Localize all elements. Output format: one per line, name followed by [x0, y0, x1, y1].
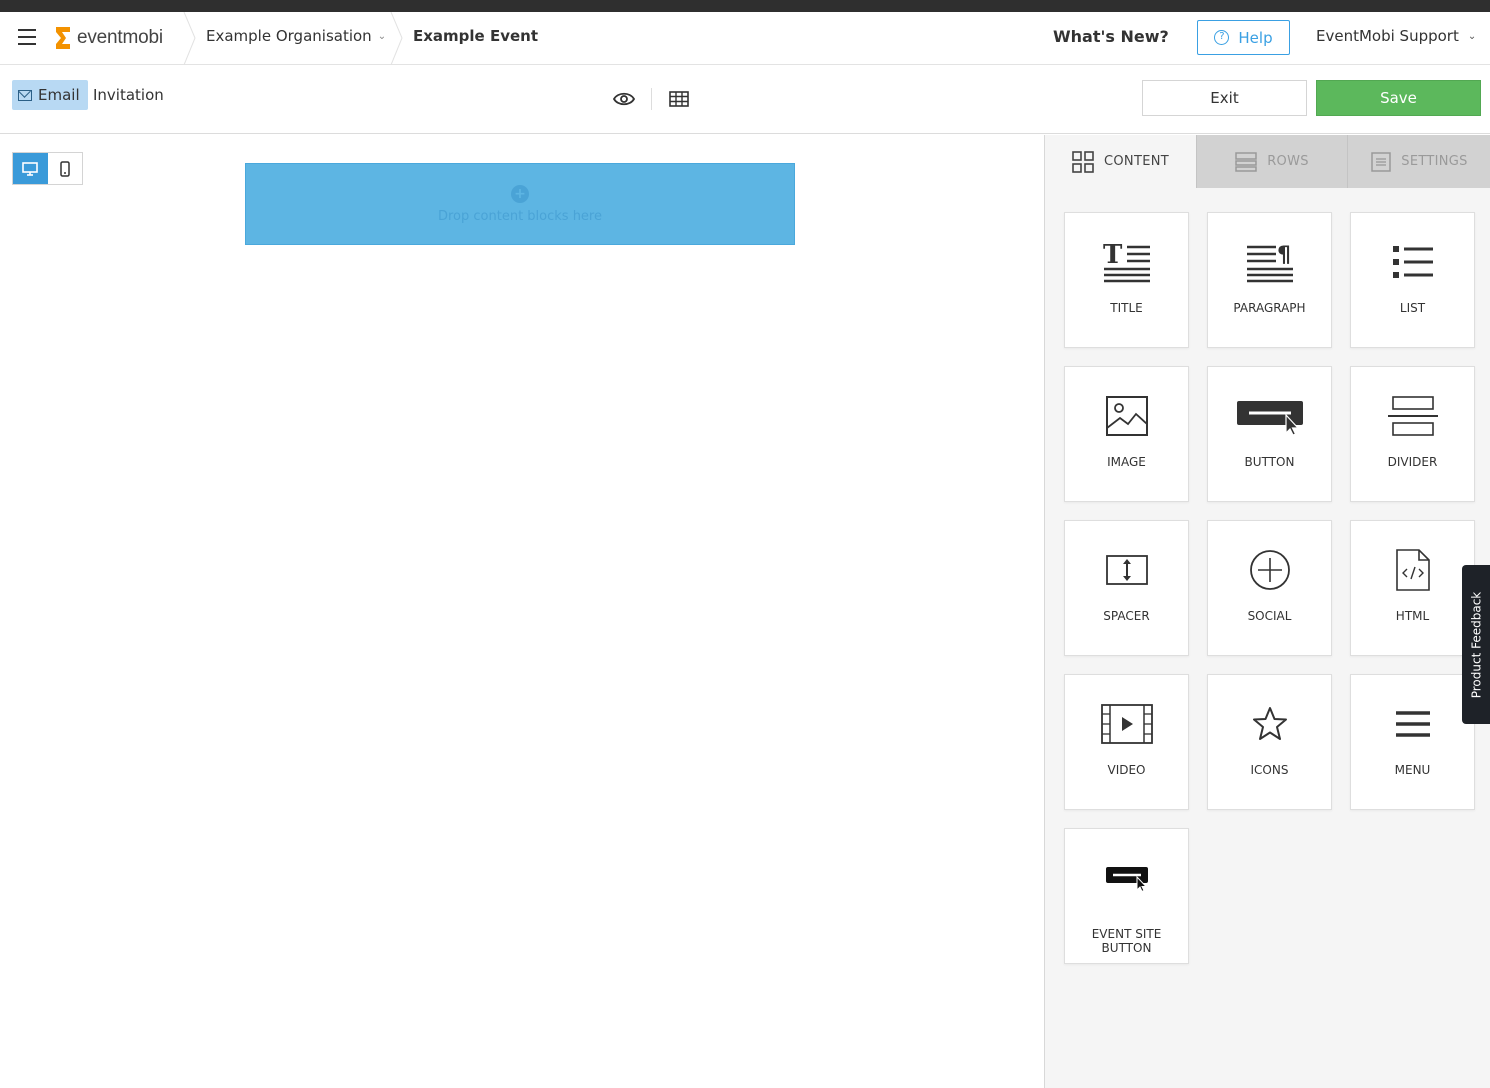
- block-icons[interactable]: ICONS: [1207, 674, 1332, 810]
- block-label: TITLE: [1110, 301, 1143, 315]
- whats-new-link[interactable]: What's New?: [1053, 27, 1169, 46]
- tab-content-label: CONTENT: [1104, 154, 1169, 169]
- block-button[interactable]: BUTTON: [1207, 366, 1332, 502]
- html-icon: [1395, 549, 1430, 591]
- svg-text:¶: ¶: [1277, 243, 1291, 268]
- logo-text: eventmobi: [77, 27, 163, 48]
- product-feedback-tab[interactable]: Product Feedback: [1462, 565, 1490, 724]
- breadcrumb-separator: [183, 12, 196, 65]
- help-label: Help: [1238, 28, 1273, 47]
- mobile-icon: [60, 160, 70, 177]
- tab-settings-label: SETTINGS: [1401, 154, 1468, 169]
- eventmobi-logo[interactable]: eventmobi: [53, 24, 163, 52]
- block-label: SOCIAL: [1247, 609, 1292, 623]
- preview-eye-icon[interactable]: [613, 91, 635, 107]
- event-site-button-icon: [1105, 867, 1148, 893]
- block-label: PARAGRAPH: [1233, 301, 1306, 315]
- user-menu[interactable]: EventMobi Support ⌄: [1316, 27, 1476, 45]
- block-label: SPACER: [1103, 609, 1150, 623]
- editor-toolbar: Email Invitation Exit Save: [0, 66, 1490, 134]
- content-panel: CONTENT ROWS SETTINGS T TITLE ¶ PARAGRAP…: [1044, 135, 1490, 1088]
- table-grid-icon[interactable]: [669, 91, 689, 107]
- spacer-icon: [1105, 555, 1148, 585]
- feedback-label: Product Feedback: [1469, 591, 1483, 698]
- block-title[interactable]: T TITLE: [1064, 212, 1189, 348]
- block-label: EVENT SITE BUTTON: [1065, 927, 1188, 955]
- block-label: BUTTON: [1244, 455, 1295, 469]
- block-paragraph[interactable]: ¶ PARAGRAPH: [1207, 212, 1332, 348]
- star-icon: [1252, 707, 1287, 740]
- block-menu[interactable]: MENU: [1350, 674, 1475, 810]
- dropzone-hint: Drop content blocks here: [437, 208, 602, 224]
- envelope-icon: [18, 89, 32, 101]
- help-question-icon: ?: [1214, 30, 1230, 45]
- breadcrumb-organisation[interactable]: Example Organisation ⌄: [206, 27, 386, 45]
- logo-mark-icon: [56, 27, 70, 49]
- window-top-strip: [0, 0, 1490, 12]
- app-header: eventmobi Example Organisation ⌄ Example…: [0, 12, 1490, 65]
- block-social[interactable]: SOCIAL: [1207, 520, 1332, 656]
- breadcrumb-separator: [390, 12, 403, 65]
- block-event-site-button[interactable]: EVENT SITE BUTTON: [1064, 828, 1189, 964]
- block-label: ICONS: [1250, 763, 1289, 777]
- event-name: Example Event: [413, 27, 538, 45]
- menu-icon: [1395, 711, 1430, 737]
- settings-icon: [1371, 151, 1392, 172]
- list-icon: [1392, 246, 1433, 278]
- save-button[interactable]: Save: [1316, 80, 1481, 116]
- button-icon: [1236, 401, 1303, 436]
- rows-icon: [1235, 151, 1257, 172]
- desktop-view-button[interactable]: [13, 153, 48, 184]
- email-canvas: + Drop content blocks here: [0, 135, 1044, 1088]
- grid-icon: [1072, 150, 1094, 173]
- block-label: DIVIDER: [1387, 455, 1438, 469]
- divider-icon: [1387, 396, 1438, 436]
- block-label: MENU: [1394, 763, 1431, 777]
- content-dropzone[interactable]: + Drop content blocks here: [245, 163, 795, 245]
- block-list[interactable]: LIST: [1350, 212, 1475, 348]
- paragraph-icon: ¶: [1246, 243, 1293, 283]
- tab-content[interactable]: CONTENT: [1045, 135, 1196, 188]
- tab-settings[interactable]: SETTINGS: [1347, 135, 1490, 188]
- breadcrumb-event[interactable]: Example Event: [413, 27, 538, 45]
- toolbar-divider: [651, 88, 652, 110]
- image-icon: [1105, 396, 1148, 436]
- block-label: VIDEO: [1107, 763, 1146, 777]
- chevron-down-icon: ⌄: [1467, 30, 1477, 42]
- block-label-text: EVENT SITE BUTTON: [1091, 927, 1162, 955]
- organisation-name: Example Organisation: [206, 27, 372, 45]
- svg-text:T: T: [1103, 241, 1123, 270]
- block-video[interactable]: VIDEO: [1064, 674, 1189, 810]
- block-html[interactable]: HTML: [1350, 520, 1475, 656]
- panel-tabs: CONTENT ROWS SETTINGS: [1045, 135, 1490, 188]
- plus-icon: +: [511, 184, 529, 203]
- email-label: Email: [38, 86, 80, 104]
- block-divider[interactable]: DIVIDER: [1350, 366, 1475, 502]
- block-label: IMAGE: [1107, 455, 1146, 469]
- email-type-badge: Email: [12, 80, 88, 110]
- tab-rows[interactable]: ROWS: [1196, 135, 1347, 188]
- block-spacer[interactable]: SPACER: [1064, 520, 1189, 656]
- chevron-down-icon: ⌄: [377, 30, 387, 42]
- user-name: EventMobi Support: [1316, 27, 1459, 45]
- hamburger-menu-icon[interactable]: [18, 29, 36, 45]
- video-icon: [1100, 704, 1153, 744]
- block-label: HTML: [1395, 609, 1430, 623]
- block-image[interactable]: IMAGE: [1064, 366, 1189, 502]
- tab-rows-label: ROWS: [1267, 154, 1309, 169]
- title-icon: T: [1103, 241, 1150, 283]
- social-icon: [1249, 550, 1290, 590]
- desktop-icon: [22, 161, 39, 176]
- document-name[interactable]: Invitation: [93, 86, 164, 104]
- mobile-view-button[interactable]: [48, 153, 83, 184]
- exit-button[interactable]: Exit: [1142, 80, 1307, 116]
- block-label: LIST: [1399, 301, 1426, 315]
- device-toggle: [12, 152, 83, 185]
- help-button[interactable]: ? Help: [1197, 20, 1290, 55]
